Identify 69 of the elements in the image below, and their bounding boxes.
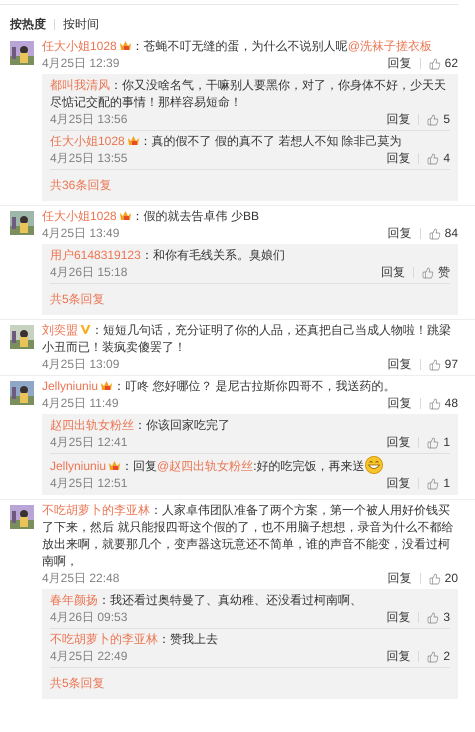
timestamp: 4月25日 12:51	[50, 475, 128, 492]
like-button[interactable]: 1	[427, 475, 450, 492]
timestamp: 4月26日 15:18	[50, 264, 128, 281]
comment-text: 春年颜扬：我还看过奥特曼了、真幼稚、还没看过柯南啊、	[50, 592, 363, 609]
comment-text: 刘奕盟 ：短短几句话，充分证明了你的人品，还真把自己当成人物啦！跳梁小丑而已！装疯卖傻罢了！	[42, 322, 452, 356]
reply-button[interactable]: 回复	[388, 395, 412, 412]
crown-icon	[126, 135, 140, 146]
comment-text: 不吃胡萝卜的李亚林：赞我上去	[50, 631, 219, 648]
comment-text: 赵四出轨女粉丝：你该回家吃完了	[50, 417, 231, 434]
like-button[interactable]: 3	[427, 609, 450, 626]
timestamp: 4月25日 12:41	[50, 434, 128, 451]
crown-icon	[108, 460, 122, 471]
crown-icon	[118, 210, 132, 221]
crown-icon	[118, 40, 132, 51]
reply-button[interactable]: 回复	[388, 356, 412, 373]
thumbs-up-icon	[427, 152, 440, 164]
crown-icon	[100, 380, 114, 391]
thumbs-up-icon	[427, 650, 440, 662]
like-button[interactable]: 20	[428, 570, 458, 587]
thumbs-up-icon	[427, 478, 440, 490]
grinning-face-icon	[364, 456, 383, 474]
reply-button[interactable]: 回复	[386, 111, 410, 128]
thumbs-up-icon	[427, 612, 440, 624]
like-button[interactable]: 48	[428, 395, 458, 412]
timestamp: 4月25日 13:49	[42, 225, 120, 242]
like-button[interactable]: 62	[428, 55, 458, 72]
comment-text: 用户6148319123：和你有毛线关系。臭娘们	[50, 247, 286, 264]
sort-tab[interactable]: 按时间	[63, 15, 99, 33]
comment-text: Jellyniuniu ：叮咚 您好哪位？ 是尼古拉斯你四哥不，我送药的。	[42, 378, 397, 395]
thumbs-up-icon	[422, 266, 434, 278]
reply-button[interactable]: 回复	[388, 225, 412, 242]
reply-button[interactable]: 回复	[386, 150, 410, 167]
like-button[interactable]: 4	[427, 150, 450, 167]
like-button[interactable]: 1	[427, 434, 450, 451]
like-button[interactable]: 97	[428, 356, 458, 373]
thumbs-up-icon	[428, 572, 441, 584]
reply-button[interactable]: 回复	[386, 434, 410, 451]
timestamp: 4月25日 11:49	[42, 395, 118, 412]
reply-button[interactable]: 回复	[388, 570, 412, 587]
timestamp: 4月25日 13:55	[50, 150, 128, 167]
timestamp: 4月25日 22:49	[50, 648, 128, 665]
like-button[interactable]: 5	[427, 111, 450, 128]
timestamp: 4月25日 13:09	[42, 356, 120, 373]
verified-icon	[80, 324, 91, 335]
timestamp: 4月25日 22:48	[42, 570, 120, 587]
comment-text: 任大小姐1028 ：假的就去告卓伟 少BB	[42, 208, 260, 225]
reply-button[interactable]: 回复	[386, 609, 410, 626]
reply-button[interactable]: 回复	[381, 264, 405, 281]
comment-text: 不吃胡萝卜的李亚林：人家卓伟团队准备了两个方案，第一个被人用好价钱买了下来，然后 就只能报四哥这个假的了，也不用脑子想想，录音为什么不都给放出来啊，就要那几个，变声器这玩意还不简单，谁的声音不能变，没看过柯南啊，	[42, 502, 454, 570]
like-button[interactable]: 84	[428, 225, 458, 242]
comment-text: Jellyniuniu ：回复@赵四出轨女粉丝:好的吃完饭，再来送	[50, 456, 450, 475]
thumbs-up-icon	[428, 398, 441, 410]
comment-text: 任大小姐1028 ：真的假不了 假的真不了 若想人不知 除非己莫为	[50, 133, 403, 150]
timestamp: 4月25日 13:56	[50, 111, 128, 128]
reply-button[interactable]: 回复	[386, 648, 410, 665]
like-button[interactable]: 2	[427, 648, 450, 665]
timestamp: 4月26日 09:53	[50, 609, 128, 626]
thumbs-up-icon	[428, 228, 441, 240]
comment-text: 任大小姐1028 ：苍蝇不叮无缝的蛋，为什么不说别人呢@洗袜子搓衣板	[42, 38, 433, 55]
thumbs-up-icon	[428, 58, 441, 70]
thumbs-up-icon	[427, 436, 440, 448]
thumbs-up-icon	[427, 114, 440, 126]
like-button[interactable]: 赞	[422, 264, 450, 281]
thumbs-up-icon	[428, 358, 441, 370]
reply-button[interactable]: 回复	[386, 475, 410, 492]
sort-tab[interactable]: 按热度	[10, 15, 46, 33]
comment-text: 都叫我清风：你又没啥名气，干嘛别人要黑你，对了，你身体不好，少天天尽惦记交配的事情！那样容易短命！	[50, 77, 447, 111]
reply-button[interactable]: 回复	[388, 55, 412, 72]
timestamp: 4月25日 12:39	[42, 55, 120, 72]
